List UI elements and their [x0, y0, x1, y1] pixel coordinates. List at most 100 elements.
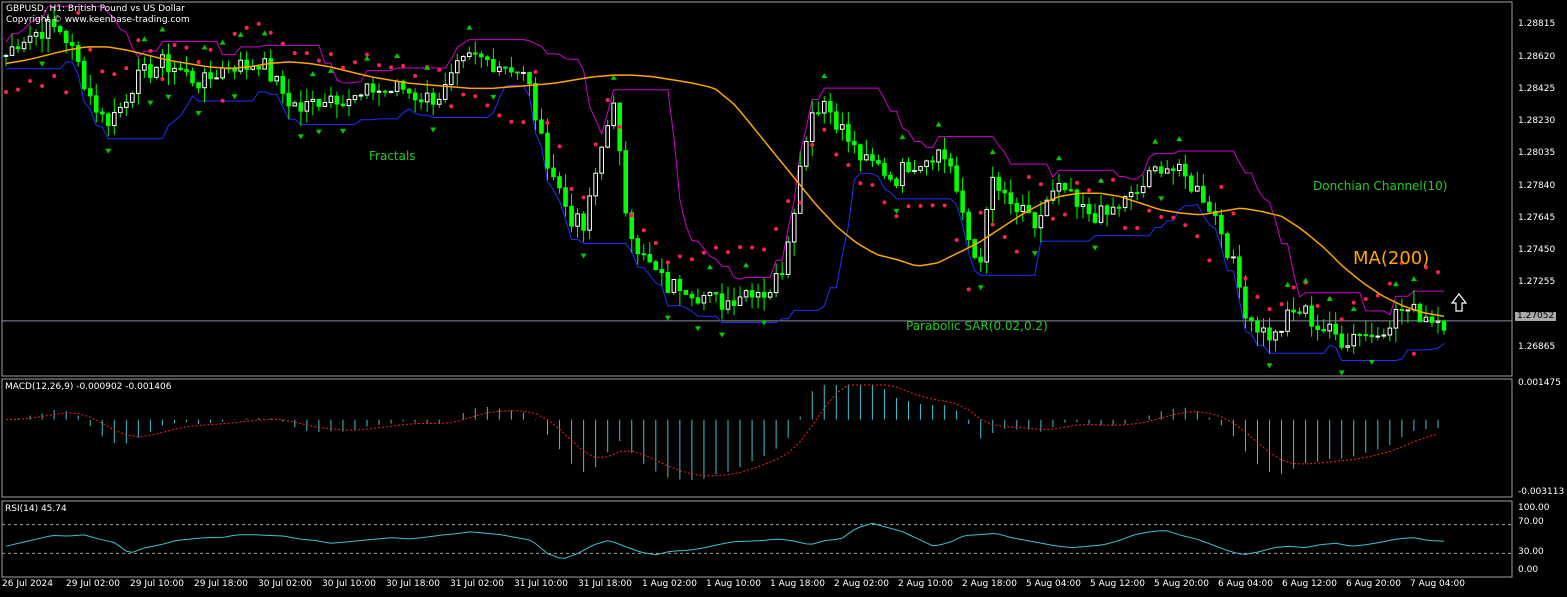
x-tick: 1 Aug 18:00: [770, 579, 825, 589]
sar-dot: [810, 142, 815, 147]
candle-body: [1297, 311, 1302, 314]
sar-dot: [846, 162, 851, 167]
trading-chart[interactable]: [0, 0, 1567, 597]
candle-body: [190, 70, 195, 84]
candle-body: [593, 172, 598, 197]
sar-dot: [1267, 307, 1272, 312]
candle-body: [136, 69, 141, 94]
rsi-label: RSI(14) 45.74: [5, 504, 67, 514]
candle-body: [731, 300, 737, 306]
sar-dot: [713, 245, 718, 250]
candle-body: [274, 76, 280, 82]
fractal-up-arrow: [935, 121, 942, 127]
rsi-y-tick: 30.00: [1518, 547, 1544, 557]
copyright-text: Copyright © www.keenbase-trading.com: [6, 15, 190, 25]
candle-body: [779, 273, 785, 276]
fractal-up-arrow: [1410, 276, 1417, 282]
sar-dot: [461, 92, 466, 97]
candle-body: [1339, 333, 1345, 348]
sar-dot: [184, 45, 189, 50]
candle-body: [1405, 309, 1411, 312]
candle-body: [515, 71, 520, 74]
candle-body: [611, 102, 616, 127]
candle-body: [142, 64, 147, 71]
fractal-up-arrow: [1350, 306, 1357, 312]
candle-body: [1399, 309, 1405, 312]
sar-dot: [629, 213, 634, 218]
candle-body: [966, 211, 971, 241]
fractal-up-arrow: [394, 53, 401, 59]
candle-body: [936, 149, 941, 163]
sar-dot: [605, 97, 610, 102]
candle-body: [882, 162, 887, 176]
rsi-line: [5, 522, 1445, 559]
candle-body: [479, 53, 484, 58]
y-tick: 1.28815: [1518, 19, 1556, 29]
candle-body: [701, 295, 707, 304]
sar-dot: [545, 120, 550, 125]
fractal-down-arrow: [664, 315, 671, 321]
candle-body: [581, 213, 586, 231]
sar-dot: [930, 203, 935, 208]
x-tick: 30 Jul 18:00: [386, 579, 440, 589]
sar-dot: [268, 30, 273, 35]
candle-body: [894, 178, 899, 187]
donchian-lower-band: [6, 61, 1445, 361]
sar-dot: [16, 87, 21, 92]
sar-dot: [665, 260, 670, 265]
sar-dot: [100, 69, 105, 74]
candle-body: [412, 92, 418, 101]
candle-body: [858, 144, 863, 161]
candle-body: [292, 102, 298, 107]
sar-dot: [978, 210, 983, 215]
candle-body: [1068, 189, 1074, 192]
candle-body: [1255, 320, 1260, 333]
candle-body: [900, 161, 905, 187]
donchian-upper-band: [5, 5, 1444, 316]
candle-body: [1321, 328, 1326, 332]
candle-body: [996, 176, 1002, 191]
candle-body: [1369, 334, 1375, 338]
candle-body: [124, 101, 129, 108]
candle-body: [827, 100, 833, 113]
up-arrow-icon: [1450, 293, 1468, 312]
fractal-down-arrow: [430, 127, 437, 133]
candle-body: [918, 166, 923, 171]
candle-body: [683, 290, 689, 295]
sar-dot: [304, 51, 309, 56]
candle-body: [473, 52, 478, 55]
candle-body: [1279, 330, 1284, 333]
x-tick: 5 Aug 04:00: [1026, 579, 1081, 589]
fractal-down-arrow: [1158, 196, 1165, 202]
sar-dot: [1111, 177, 1116, 182]
candle-body: [1201, 185, 1206, 203]
candle-body: [755, 292, 761, 298]
sar-dot: [28, 78, 33, 83]
sar-dot: [449, 104, 454, 109]
sar-dot: [509, 119, 514, 124]
sar-dot: [858, 181, 863, 186]
y-tick: 1.28035: [1518, 148, 1556, 158]
candle-body: [454, 60, 460, 74]
candle-body: [214, 77, 219, 80]
x-tick: 29 Jul 02:00: [66, 579, 120, 589]
candle-body: [906, 161, 911, 173]
candle-body: [1134, 191, 1140, 194]
fractal-down-arrow: [165, 94, 172, 100]
sar-dot: [870, 182, 875, 187]
candle-body: [930, 160, 935, 163]
candle-body: [659, 269, 665, 274]
sar-dot: [1243, 276, 1248, 281]
sar-dot: [1074, 180, 1079, 185]
candle-body: [1267, 327, 1272, 341]
fractal-down-arrow: [195, 111, 202, 117]
chart-frames: [1, 1, 1513, 578]
candle-body: [298, 102, 304, 112]
sar-dot: [1207, 258, 1212, 263]
candle-body: [1020, 204, 1026, 212]
x-tick: 31 Jul 10:00: [514, 579, 568, 589]
rsi-14-line: [5, 522, 1445, 559]
fractal-up-arrow: [1392, 281, 1399, 287]
candle-body: [797, 165, 803, 214]
candle-body: [635, 238, 641, 255]
